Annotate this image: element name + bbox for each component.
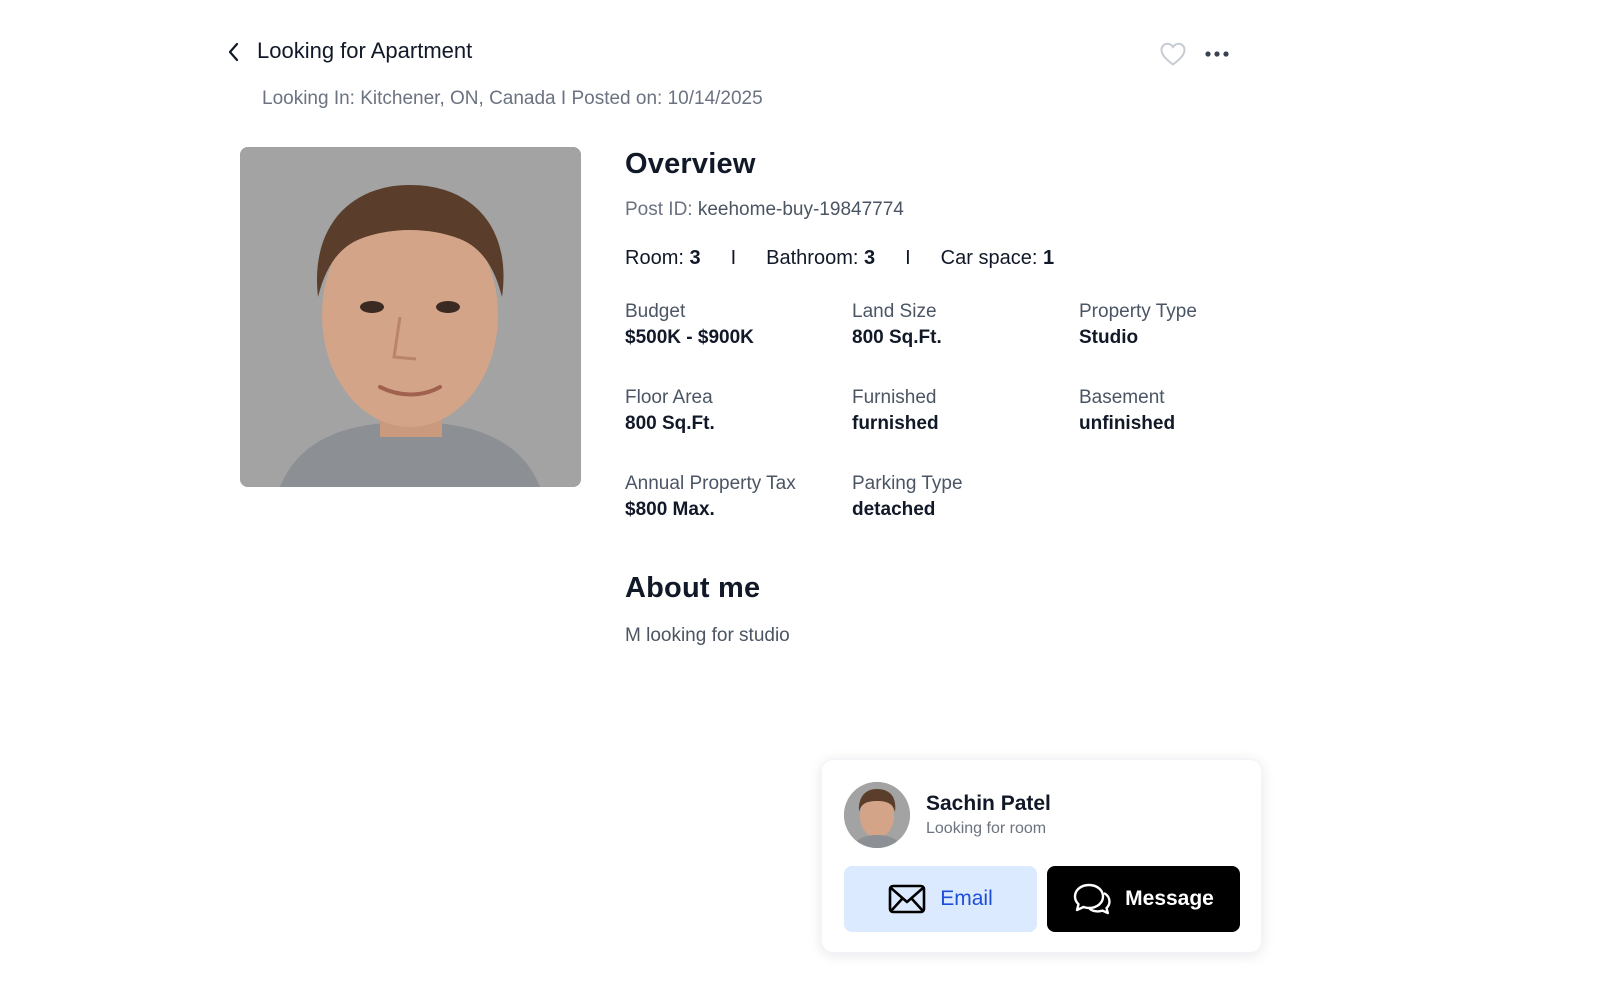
detail-property-type: Property Type Studio [1079, 301, 1197, 348]
mail-icon [888, 884, 926, 914]
contact-card: Sachin Patel Looking for room Email Mess… [821, 759, 1262, 953]
heart-outline-icon [1160, 42, 1186, 66]
avatar-photo-placeholder [844, 782, 910, 848]
back-button[interactable] [222, 40, 246, 64]
favorite-button[interactable] [1158, 40, 1188, 68]
detail-parking-type: Parking Type detached [852, 473, 963, 520]
about-text: M looking for studio [625, 625, 790, 646]
listing-location-date: Looking In: Kitchener, ON, Canada I Post… [262, 88, 763, 109]
bathroom-count: Bathroom: 3 [766, 247, 876, 269]
email-button[interactable]: Email [844, 866, 1037, 932]
page-title: Looking for Apartment [257, 38, 473, 63]
page-header: Looking for Apartment [222, 36, 1232, 72]
overview-title: Overview [625, 148, 756, 180]
detail-land-size: Land Size 800 Sq.Ft. [852, 301, 942, 348]
room-summary: Room: 3 I Bathroom: 3 I Car space: 1 [625, 247, 1245, 270]
detail-floor-area: Floor Area 800 Sq.Ft. [625, 387, 715, 434]
chat-bubbles-icon [1073, 883, 1111, 915]
detail-budget: Budget $500K - $900K [625, 301, 754, 348]
room-count: Room: 3 [625, 247, 701, 269]
contact-name: Sachin Patel [926, 792, 1051, 815]
poster-photo [240, 147, 581, 487]
separator: I [730, 247, 737, 269]
post-id: Post ID: keehome-buy-19847774 [625, 199, 1245, 221]
header-actions [1158, 40, 1232, 68]
person-photo-placeholder [240, 147, 581, 487]
post-id-label: Post ID: [625, 199, 693, 220]
post-id-value: keehome-buy-19847774 [697, 199, 904, 220]
message-button-label: Message [1125, 887, 1214, 910]
detail-annual-property-tax: Annual Property Tax $800 Max. [625, 473, 796, 520]
email-button-label: Email [940, 887, 993, 910]
message-button[interactable]: Message [1047, 866, 1240, 932]
chevron-left-icon [228, 42, 239, 62]
separator: I [905, 247, 911, 269]
about-title: About me [625, 572, 761, 604]
overview-section: Overview Post ID: keehome-buy-19847774 R… [625, 148, 1245, 647]
detail-basement: Basement unfinished [1079, 387, 1176, 434]
contact-subtitle: Looking for room [926, 820, 1047, 837]
listing-page: Looking for Apartment Looking In: Kitche… [0, 0, 1600, 984]
more-horizontal-icon [1205, 51, 1229, 57]
more-options-button[interactable] [1202, 40, 1232, 68]
car-space-count: Car space: 1 [940, 247, 1055, 269]
avatar [844, 782, 910, 848]
property-details-grid: Budget $500K - $900K Land Size 800 Sq.Ft… [625, 300, 1245, 524]
detail-furnished: Furnished furnished [852, 387, 939, 434]
